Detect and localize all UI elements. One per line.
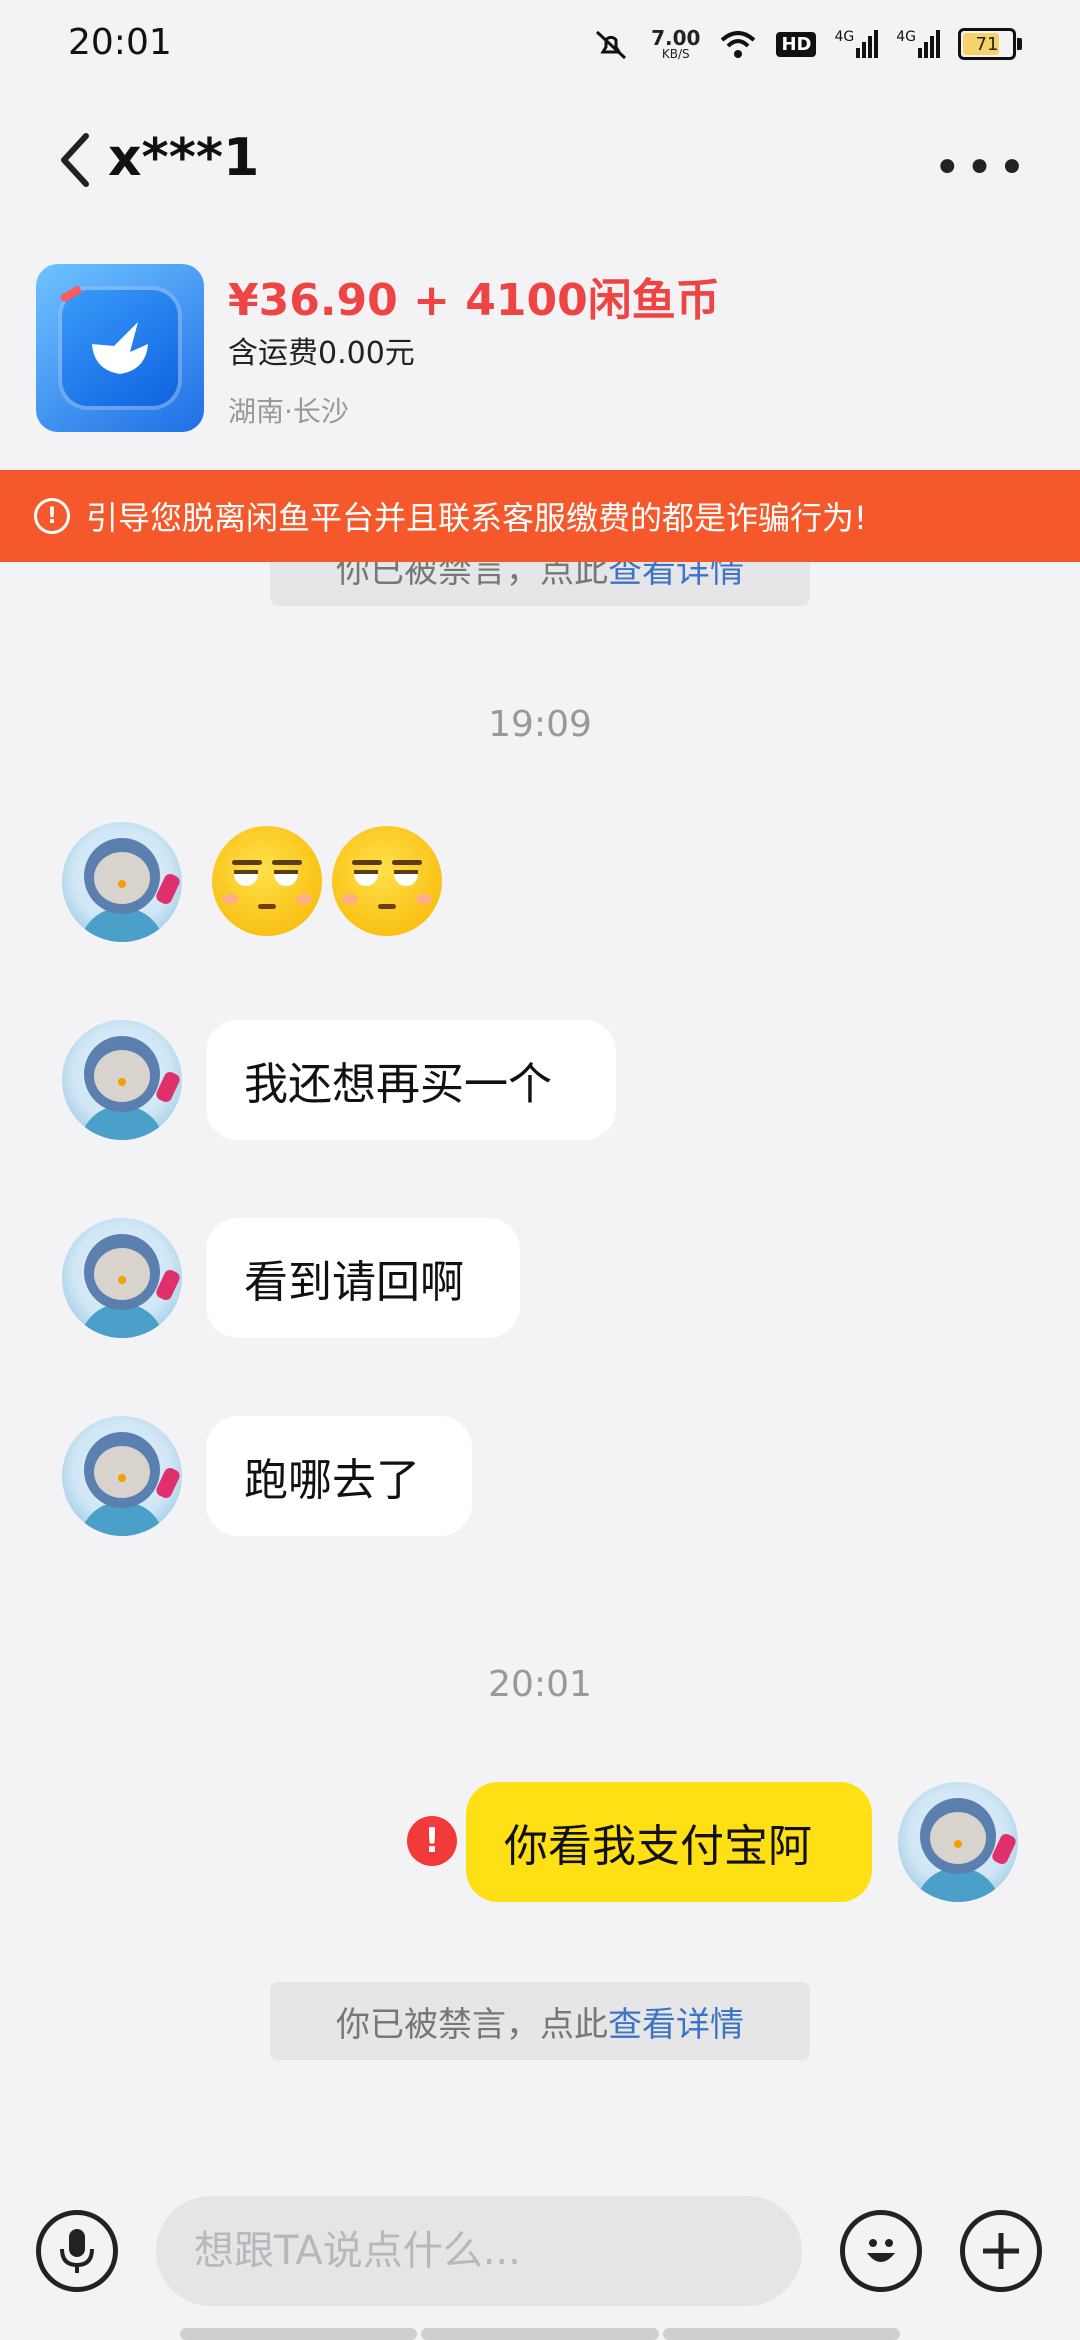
my-message-bubble[interactable]: 你看我支付宝阿: [466, 1782, 872, 1902]
network-1-label: 4G: [834, 29, 855, 45]
network-2-label: 4G: [896, 29, 916, 45]
status-bar: 20:01 7.00 KB/S HD 4G 4G 71: [0, 0, 1080, 96]
product-card[interactable]: ¥36.90 + 4100闲鱼币 含运费0.00元 湖南·长沙: [0, 250, 1080, 465]
speed-value: 7.00: [651, 26, 701, 50]
message-bubble[interactable]: 我还想再买一个: [206, 1020, 616, 1140]
signal-2-icon: 4G: [896, 30, 940, 58]
fraud-warning-banner: ! 引导您脱离闲鱼平台并且联系客服缴费的都是诈骗行为!: [0, 470, 1080, 562]
my-avatar[interactable]: [898, 1782, 1018, 1902]
product-thumbnail[interactable]: [36, 264, 204, 432]
voice-button[interactable]: [36, 2210, 118, 2292]
contact-avatar[interactable]: [62, 1218, 182, 1338]
contact-avatar[interactable]: [62, 1416, 182, 1536]
send-failed-icon[interactable]: !: [407, 1816, 457, 1866]
more-options-icon[interactable]: •••: [933, 140, 1030, 196]
emoji-button[interactable]: [840, 2210, 922, 2292]
battery-icon: 71: [958, 28, 1022, 60]
fraud-warning-text: 引导您脱离闲鱼平台并且联系客服缴费的都是诈骗行为!: [86, 499, 867, 537]
contact-name: x***1: [108, 128, 260, 188]
battery-level: 71: [975, 33, 999, 55]
app-logo-icon: [92, 322, 148, 374]
contact-avatar[interactable]: [62, 1020, 182, 1140]
status-icons: 7.00 KB/S HD 4G 4G 71: [589, 26, 1022, 62]
hd-badge: HD: [776, 31, 817, 57]
annoyed-emoji-icon: [332, 826, 442, 936]
mute-icon: [596, 30, 627, 60]
message-input-field[interactable]: [156, 2196, 802, 2306]
mute-notice-text: 你已被禁言，点此: [336, 2004, 608, 2045]
wifi-icon: [721, 31, 756, 58]
view-details-link[interactable]: 查看详情: [608, 1997, 744, 2046]
product-shipping: 含运费0.00元: [228, 336, 415, 371]
message-bubble[interactable]: 跑哪去了: [206, 1416, 472, 1536]
speed-unit: KB/S: [661, 47, 690, 61]
signal-1-icon: 4G: [834, 29, 879, 58]
gesture-bar: [180, 2328, 900, 2340]
chat-header: x***1 •••: [0, 110, 1080, 220]
product-location: 湖南·长沙: [228, 395, 349, 428]
network-speed: 7.00 KB/S: [651, 28, 700, 60]
microphone-icon: [60, 2229, 94, 2273]
more-actions-button[interactable]: [960, 2210, 1042, 2292]
status-time: 20:01: [68, 22, 172, 63]
timestamp: 20:01: [488, 1664, 592, 1705]
timestamp: 19:09: [488, 704, 592, 745]
contact-avatar[interactable]: [62, 822, 182, 942]
annoyed-emoji-icon: [212, 826, 322, 936]
plus-icon: [983, 2233, 1019, 2269]
message-input[interactable]: [192, 2227, 802, 2275]
mute-notice[interactable]: 你已被禁言，点此 查看详情: [270, 1982, 810, 2060]
smiley-icon: [867, 2239, 895, 2262]
back-icon[interactable]: [52, 130, 100, 190]
product-price: ¥36.90 + 4100闲鱼币: [228, 275, 720, 326]
alert-icon: !: [34, 498, 70, 534]
message-input-bar: [0, 2180, 1080, 2340]
message-bubble[interactable]: 看到请回啊: [206, 1218, 520, 1338]
